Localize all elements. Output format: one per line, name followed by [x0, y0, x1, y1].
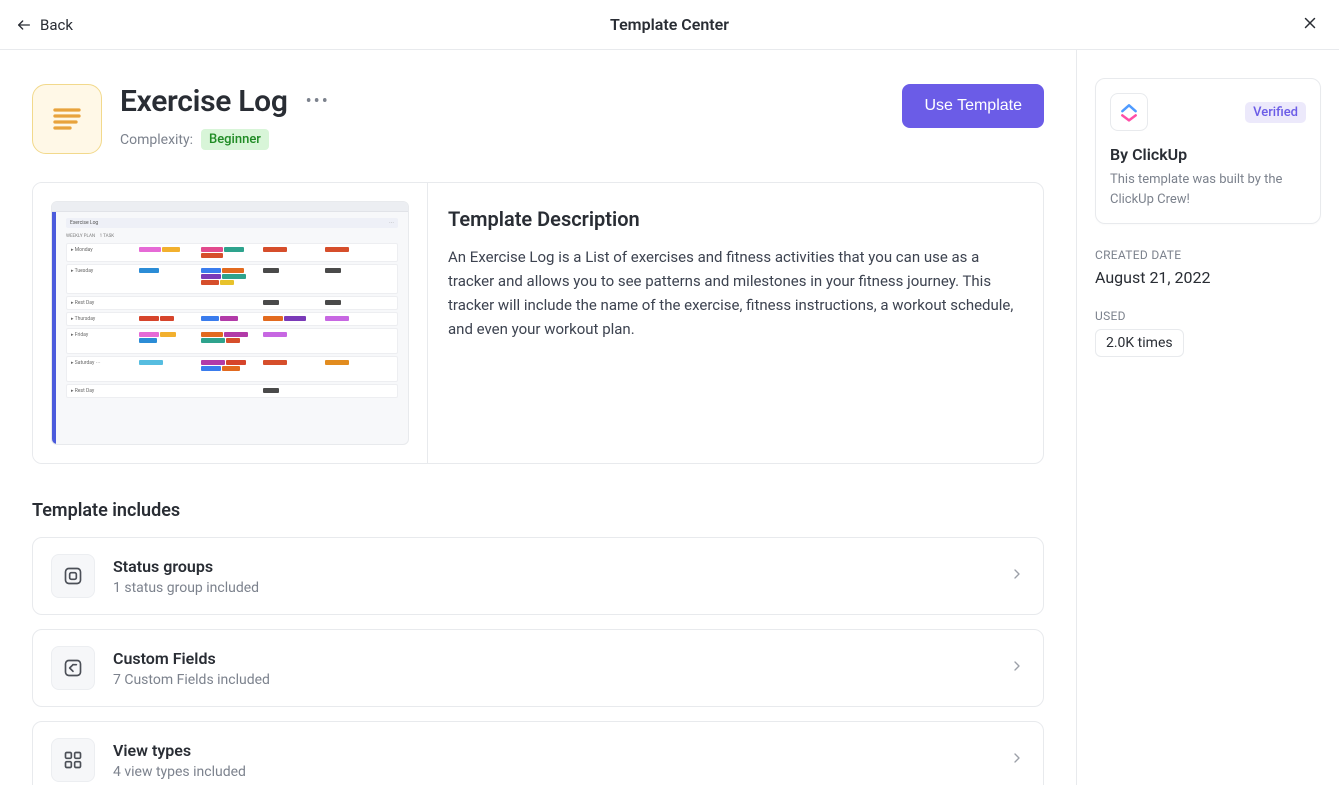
template-preview-image: Exercise Log ⋯ WEEKLY PLAN 1 TASK ▸ Mond… — [51, 201, 409, 445]
created-date-label: CREATED DATE — [1095, 248, 1321, 262]
more-options-button[interactable]: ••• — [306, 91, 330, 112]
include-status-groups[interactable]: Status groups 1 status group included — [32, 537, 1044, 615]
include-custom-fields[interactable]: Custom Fields 7 Custom Fields included — [32, 629, 1044, 707]
verified-top-row: Verified — [1110, 93, 1306, 131]
sidebar: Verified By ClickUp This template was bu… — [1077, 50, 1339, 785]
chevron-right-icon — [1009, 750, 1025, 770]
page-title: Template Center — [610, 15, 729, 34]
includes-heading: Template includes — [32, 500, 1044, 521]
use-template-button[interactable]: Use Template — [902, 84, 1044, 128]
preview-pane: Exercise Log ⋯ WEEKLY PLAN 1 TASK ▸ Mond… — [33, 183, 428, 463]
topbar: Back Template Center — [0, 0, 1339, 50]
view-types-icon — [51, 738, 95, 782]
status-groups-icon — [51, 554, 95, 598]
include-title: Status groups — [113, 557, 991, 576]
include-body: Custom Fields 7 Custom Fields included — [113, 649, 991, 688]
template-title: Exercise Log — [120, 84, 288, 119]
include-body: View types 4 view types included — [113, 741, 991, 780]
complexity-row: Complexity: Beginner — [120, 129, 330, 150]
description-pane: Template Description An Exercise Log is … — [428, 183, 1043, 463]
include-title: Custom Fields — [113, 649, 991, 668]
include-body: Status groups 1 status group included — [113, 557, 991, 596]
clickup-logo-icon — [1110, 93, 1148, 131]
used-label: USED — [1095, 309, 1321, 323]
custom-fields-icon — [51, 646, 95, 690]
close-button[interactable] — [1297, 10, 1323, 40]
used-count-badge: 2.0K times — [1095, 329, 1184, 357]
include-view-types[interactable]: View types 4 view types included — [32, 721, 1044, 785]
verified-card: Verified By ClickUp This template was bu… — [1095, 78, 1321, 224]
include-subtitle: 1 status group included — [113, 580, 991, 596]
include-subtitle: 7 Custom Fields included — [113, 672, 991, 688]
chevron-right-icon — [1009, 658, 1025, 678]
arrow-left-icon — [16, 17, 32, 33]
verified-badge: Verified — [1245, 102, 1306, 123]
created-date-value: August 21, 2022 — [1095, 268, 1321, 287]
header-left: Exercise Log ••• Complexity: Beginner — [32, 84, 330, 154]
author-title: By ClickUp — [1110, 145, 1306, 164]
back-label: Back — [40, 16, 73, 34]
include-title: View types — [113, 741, 991, 760]
main-content: Exercise Log ••• Complexity: Beginner Us… — [0, 50, 1077, 785]
include-subtitle: 4 view types included — [113, 764, 991, 780]
author-description: This template was built by the ClickUp C… — [1110, 170, 1306, 209]
template-header: Exercise Log ••• Complexity: Beginner Us… — [32, 84, 1044, 154]
close-icon — [1301, 14, 1319, 32]
complexity-badge: Beginner — [201, 129, 269, 150]
title-block: Exercise Log ••• Complexity: Beginner — [120, 84, 330, 150]
title-row: Exercise Log ••• — [120, 84, 330, 119]
description-card: Exercise Log ⋯ WEEKLY PLAN 1 TASK ▸ Mond… — [32, 182, 1044, 464]
description-text: An Exercise Log is a List of exercises a… — [448, 245, 1023, 341]
back-button[interactable]: Back — [16, 16, 73, 34]
template-list-icon — [32, 84, 102, 154]
description-heading: Template Description — [448, 207, 1023, 231]
chevron-right-icon — [1009, 566, 1025, 586]
layout: Exercise Log ••• Complexity: Beginner Us… — [0, 50, 1339, 785]
complexity-label: Complexity: — [120, 132, 193, 148]
